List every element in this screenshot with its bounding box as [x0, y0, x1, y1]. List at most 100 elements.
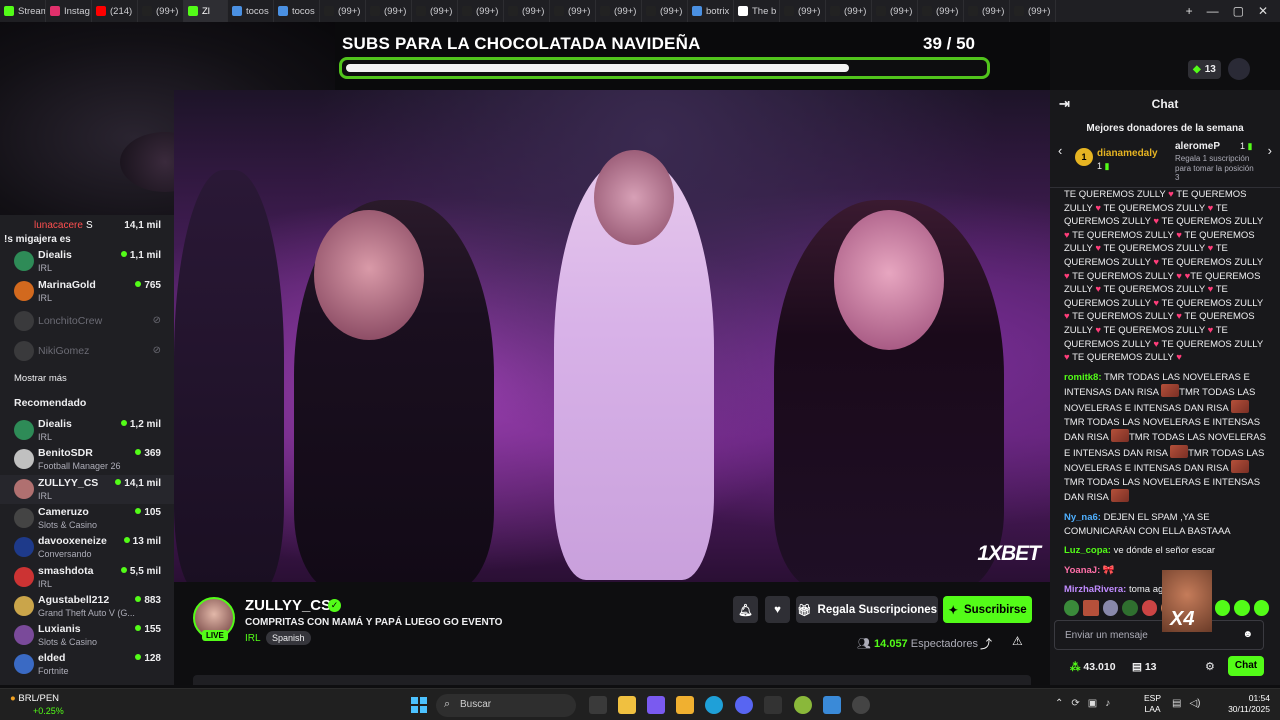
app-icon[interactable]	[794, 696, 812, 714]
browser-tab[interactable]: (99+)	[780, 0, 826, 22]
browser-tab[interactable]: (99+)	[964, 0, 1010, 22]
browser-tab[interactable]: (99+)	[550, 0, 596, 22]
browser-tab[interactable]: Stream	[0, 0, 46, 22]
copilot-icon[interactable]	[647, 696, 665, 714]
sidebar-channel-item[interactable]: LonchitoCrew ⊘	[0, 307, 174, 336]
sidebar-channel-item[interactable]: Agustabell212 Grand Theft Auto V (G... 883	[0, 592, 174, 621]
browser-tab[interactable]: (99+)	[918, 0, 964, 22]
subs-pill[interactable]: ◆ 13	[1188, 60, 1221, 79]
mic-icon[interactable]: ♪	[1105, 698, 1110, 709]
emote-icon[interactable]	[1253, 600, 1269, 616]
language-tag[interactable]: Spanish	[266, 631, 311, 645]
sidebar-channel-item[interactable]: ZULLYY_CS IRL 14,1 mil	[0, 474, 174, 504]
emote-icon[interactable]	[1141, 600, 1158, 616]
input-language[interactable]: ESP LAA	[1144, 693, 1161, 715]
sidebar-channel-item[interactable]: NikiGomez ⊘	[0, 337, 174, 366]
app-icon[interactable]	[764, 696, 782, 714]
chat-username[interactable]: romitk8:	[1064, 372, 1101, 383]
sidebar-channel-item[interactable]: davooxeneize Conversando 13 mil	[0, 533, 174, 562]
donor-name[interactable]: dianamedaly	[1097, 148, 1158, 159]
taskbar-search[interactable]: ⌕ Buscar	[436, 694, 576, 717]
subs-counter[interactable]: ▤ 13	[1132, 661, 1157, 673]
send-chat-button[interactable]: Chat	[1228, 656, 1264, 676]
browser-tab[interactable]: (99+)	[504, 0, 550, 22]
channel-category: IRL	[38, 432, 53, 442]
user-avatar[interactable]	[1228, 58, 1250, 80]
share-icon[interactable]: ⤴	[980, 635, 992, 652]
store-icon[interactable]	[618, 696, 636, 714]
task-view-icon[interactable]	[589, 696, 607, 714]
subscribe-button[interactable]: ✦ Suscribirse	[943, 596, 1032, 623]
browser-tab[interactable]: (99+)	[458, 0, 504, 22]
maximize-icon[interactable]: ▢	[1233, 4, 1244, 18]
sidebar-channel-item[interactable]: smashdota IRL 5,5 mil	[0, 563, 174, 592]
sidebar-channel-item[interactable]: Diealis IRL 1,2 mil	[0, 416, 174, 445]
chevron-left-icon[interactable]: ‹	[1058, 143, 1062, 158]
sidebar-channel-item[interactable]: Luxianis Slots & Casino 155	[0, 621, 174, 650]
app-icon[interactable]	[823, 696, 841, 714]
show-more-link[interactable]: Mostrar más	[14, 373, 67, 384]
emoji-icon[interactable]: ☻	[1242, 629, 1253, 640]
windows-start-icon[interactable]	[411, 697, 427, 713]
report-icon[interactable]: ⚠	[1012, 634, 1023, 648]
sidebar-item-partial[interactable]: lunacacere S !s migajera es 14,1 mil	[0, 215, 174, 248]
discord-icon[interactable]	[735, 696, 753, 714]
sidebar-channel-item[interactable]: Diealis IRL 1,1 mil	[0, 247, 174, 276]
emote-icon[interactable]	[1234, 600, 1250, 616]
collapse-chat-icon[interactable]: ⇥	[1059, 90, 1070, 118]
browser-tab[interactable]: (99+)	[596, 0, 642, 22]
browser-tab[interactable]: Instag	[46, 0, 92, 22]
stream-category[interactable]: IRL	[245, 633, 261, 644]
app-tray-icon[interactable]: ▣	[1088, 698, 1097, 709]
browser-tab[interactable]: (214)	[92, 0, 138, 22]
chat-username[interactable]: YoanaJ:	[1064, 565, 1100, 576]
weather-widget[interactable]: ● BRL/PEN	[10, 693, 59, 704]
browser-tab[interactable]: (99+)	[642, 0, 688, 22]
chevron-right-icon[interactable]: ›	[1268, 143, 1272, 158]
browser-tab[interactable]: The b	[734, 0, 780, 22]
video-player[interactable]: 1XBET	[174, 90, 1050, 582]
donor-name[interactable]: aleromeP	[1175, 141, 1220, 152]
chat-username[interactable]: MirzhaRivera:	[1064, 584, 1126, 595]
chat-username[interactable]: Ny_na6:	[1064, 512, 1101, 523]
browser-tab[interactable]: (99+)	[412, 0, 458, 22]
emote-icon[interactable]	[1064, 600, 1080, 616]
channel-points[interactable]: ⁂ 43.010	[1070, 661, 1116, 673]
clock[interactable]: 01:54 30/11/2025	[1222, 693, 1270, 715]
gear-icon[interactable]: ⚙	[1205, 660, 1215, 673]
sidebar-channel-item[interactable]: Cameruzo Slots & Casino 105	[0, 504, 174, 533]
emote-icon[interactable]	[1214, 600, 1231, 616]
browser-tab[interactable]: tocos	[274, 0, 320, 22]
browser-tab[interactable]: (99+)	[1010, 0, 1056, 22]
notification-bell-button[interactable]: 🔔︎	[733, 596, 758, 623]
browser-tab[interactable]: botrix	[688, 0, 734, 22]
obs-icon[interactable]	[852, 696, 870, 714]
streamer-name[interactable]: ZULLYY_CS	[245, 597, 331, 614]
sidebar-channel-item[interactable]: MarinaGold IRL 765	[0, 277, 174, 306]
browser-tab[interactable]: (99+)	[826, 0, 872, 22]
browser-tab[interactable]: Zl	[184, 0, 228, 22]
network-icon[interactable]: ▤	[1172, 698, 1181, 709]
browser-tab[interactable]: (99+)	[872, 0, 918, 22]
emote-icon[interactable]	[1122, 600, 1138, 616]
sync-icon[interactable]: ⟳	[1071, 698, 1079, 709]
chat-input[interactable]: Enviar un mensaje ☻	[1054, 620, 1264, 650]
emote-icon[interactable]	[1083, 600, 1099, 616]
sidebar-channel-item[interactable]: BenitoSDR Football Manager 26 369	[0, 445, 174, 474]
browser-tab[interactable]: tocos	[228, 0, 274, 22]
gift-subs-button[interactable]: 🎁︎ Regala Suscripciones	[796, 596, 938, 623]
edge-icon[interactable]	[705, 696, 723, 714]
follow-button[interactable]: ♥	[765, 596, 790, 623]
volume-icon[interactable]: ◁)	[1189, 698, 1200, 709]
chevron-up-icon[interactable]: ⌃	[1055, 698, 1063, 709]
new-tab-icon[interactable]: +	[1186, 4, 1193, 18]
file-explorer-icon[interactable]	[676, 696, 694, 714]
browser-tab[interactable]: (99+)	[366, 0, 412, 22]
emote-icon[interactable]	[1102, 600, 1119, 616]
browser-tab[interactable]: (99+)	[320, 0, 366, 22]
minimize-icon[interactable]: —	[1207, 4, 1219, 18]
chat-username[interactable]: Luz_copa:	[1064, 545, 1111, 556]
sidebar-channel-item[interactable]: elded Fortnite 128	[0, 650, 174, 679]
close-window-icon[interactable]: ✕	[1258, 4, 1268, 18]
browser-tab[interactable]: (99+)	[138, 0, 184, 22]
